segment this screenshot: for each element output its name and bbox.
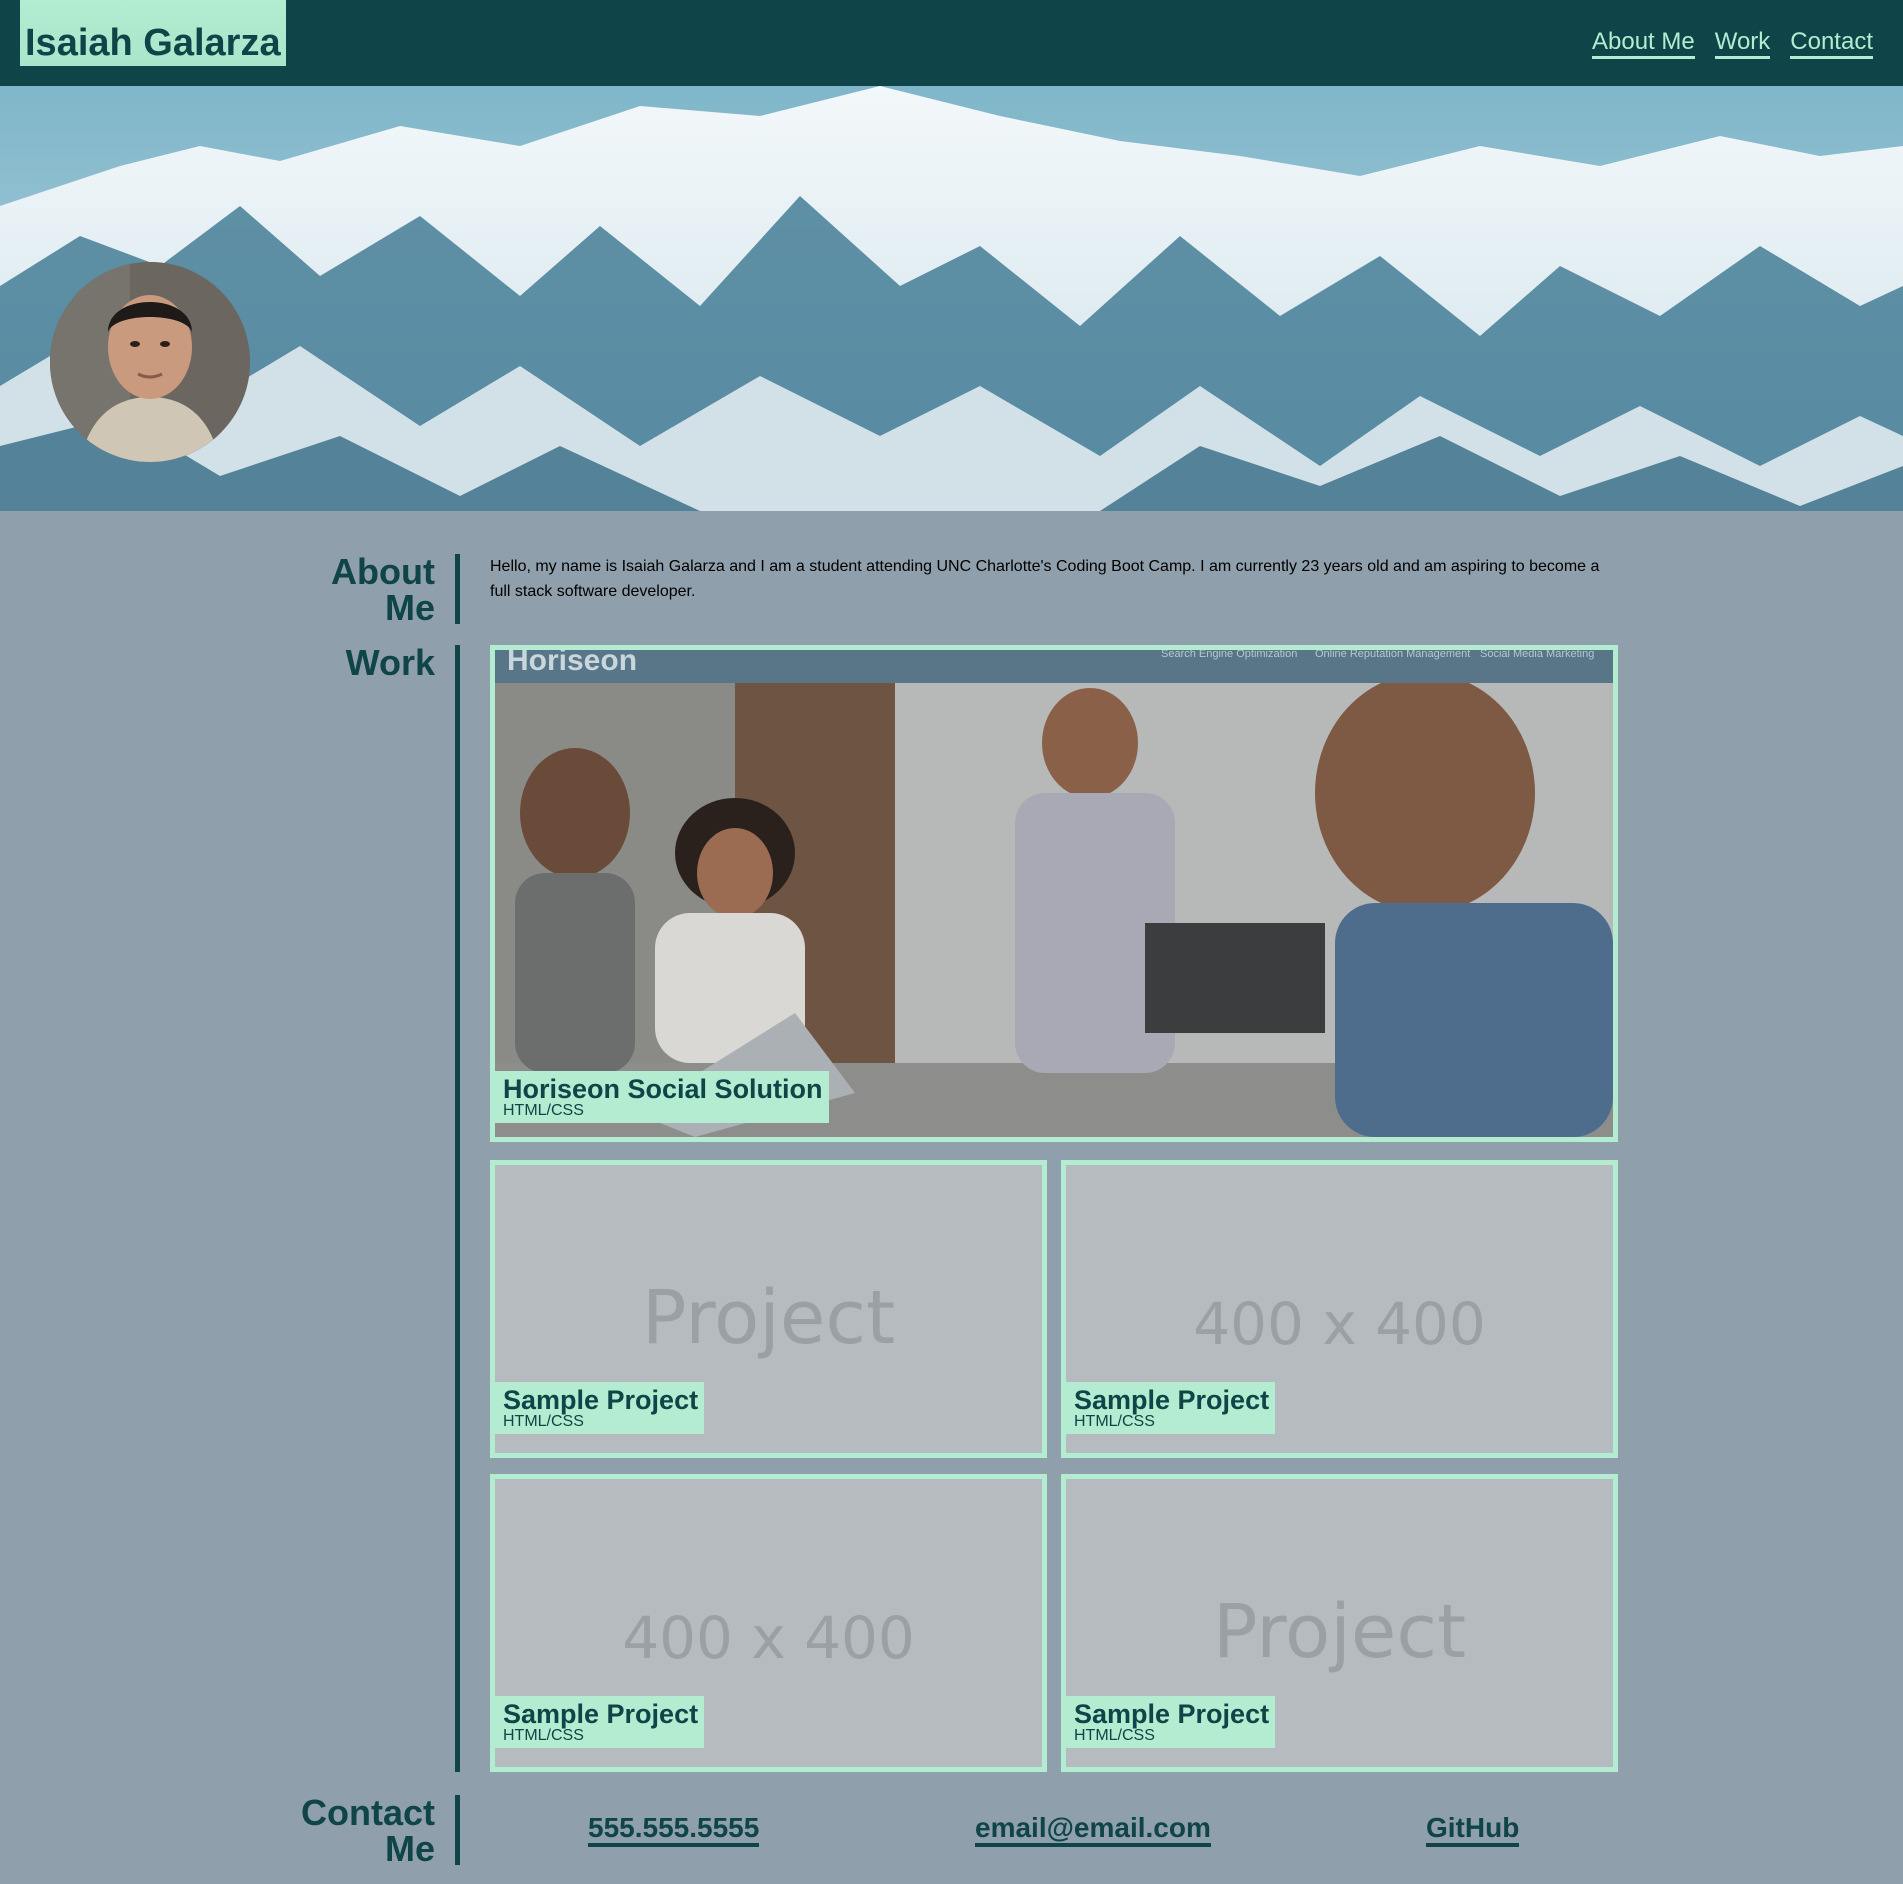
project-label: Sample Project HTML/CSS xyxy=(1066,1696,1276,1748)
work-heading: Work xyxy=(345,642,435,683)
project-card[interactable]: 400 x 400 Sample Project HTML/CSS xyxy=(1061,1160,1618,1458)
mountain-image xyxy=(0,86,1903,511)
project-card-featured[interactable]: Horiseon Search Engine Optimization Onli… xyxy=(490,645,1618,1142)
project-tech: HTML/CSS xyxy=(1074,1727,1155,1744)
site-title: Isaiah Galarza xyxy=(20,0,286,66)
contact-email-link[interactable]: email@email.com xyxy=(975,1813,1211,1847)
nav-link-work[interactable]: Work xyxy=(1714,28,1771,59)
screenshot-logo: Horiseon xyxy=(507,645,638,677)
placeholder-image-text: 400 x 400 xyxy=(1193,1290,1486,1358)
site-header: Isaiah Galarza About Me Work Contact xyxy=(0,0,1903,86)
profile-avatar xyxy=(50,262,250,462)
screenshot-header-bar: Horiseon Search Engine Optimization Onli… xyxy=(495,650,1613,683)
project-name: Sample Project xyxy=(503,1385,699,1415)
project-label: Sample Project HTML/CSS xyxy=(1066,1382,1276,1434)
screenshot-nav-item: Search Engine Optimization xyxy=(1161,648,1298,660)
nav-link-contact[interactable]: Contact xyxy=(1790,28,1873,59)
project-label: Sample Project HTML/CSS xyxy=(495,1696,705,1748)
nav-link-about[interactable]: About Me xyxy=(1591,28,1695,59)
project-name: Sample Project xyxy=(1074,1699,1270,1729)
placeholder-image-text: Project xyxy=(641,1275,896,1361)
project-label: Horiseon Social Solution HTML/CSS xyxy=(495,1071,829,1123)
profile-photo xyxy=(50,262,250,462)
project-tech: HTML/CSS xyxy=(503,1102,584,1119)
project-screenshot: Horiseon Search Engine Optimization Onli… xyxy=(495,650,1613,1137)
contact-divider xyxy=(455,1795,460,1865)
project-tech: HTML/CSS xyxy=(503,1413,584,1430)
hero-banner xyxy=(0,86,1903,511)
about-text: Hello, my name is Isaiah Galarza and I a… xyxy=(490,558,1600,600)
screenshot-nav-item: Online Reputation Management xyxy=(1315,648,1471,660)
project-label: Sample Project HTML/CSS xyxy=(495,1382,705,1434)
project-name: Sample Project xyxy=(503,1699,699,1729)
about-heading: About Me xyxy=(331,551,435,628)
work-divider xyxy=(455,645,460,1772)
project-card[interactable]: Project Sample Project HTML/CSS xyxy=(490,1160,1047,1458)
main-nav: About Me Work Contact xyxy=(1591,28,1873,59)
placeholder-image-text: 400 x 400 xyxy=(622,1604,915,1672)
project-card[interactable]: 400 x 400 Sample Project HTML/CSS xyxy=(490,1474,1047,1772)
project-tech: HTML/CSS xyxy=(1074,1413,1155,1430)
contact-github-link[interactable]: GitHub xyxy=(1426,1813,1520,1847)
office-photo xyxy=(495,683,1613,1137)
about-divider xyxy=(455,554,460,624)
project-card[interactable]: Project Sample Project HTML/CSS xyxy=(1061,1474,1618,1772)
screenshot-nav-item: Social Media Marketing xyxy=(1480,648,1595,660)
project-name: Horiseon Social Solution xyxy=(503,1074,823,1104)
project-tech: HTML/CSS xyxy=(503,1727,584,1744)
placeholder-image-text: Project xyxy=(1212,1589,1467,1675)
project-name: Sample Project xyxy=(1074,1385,1270,1415)
contact-phone-link[interactable]: 555.555.5555 xyxy=(588,1813,760,1847)
contact-heading: Contact Me xyxy=(301,1792,435,1869)
